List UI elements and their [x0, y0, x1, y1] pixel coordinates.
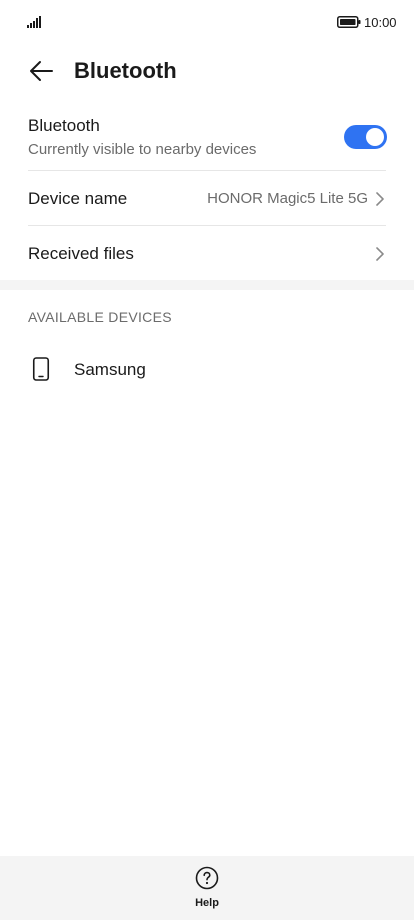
signal-icon [27, 16, 41, 28]
bluetooth-visibility-status: Currently visible to nearby devices [28, 141, 257, 158]
status-time: 10:00 [364, 15, 397, 30]
smartphone-icon [32, 357, 50, 381]
help-button[interactable]: Help [182, 864, 232, 916]
chevron-right-icon [376, 192, 384, 206]
device-name-value: HONOR Magic5 Lite 5G [207, 190, 368, 207]
received-files-label: Received files [28, 244, 134, 263]
bluetooth-label: Bluetooth [28, 116, 100, 135]
battery-icon [337, 16, 361, 28]
bluetooth-settings-screen: 10:00 Bluetooth Bluetooth Currently visi… [0, 0, 414, 920]
section-separator [0, 280, 414, 290]
switch-knob [366, 128, 384, 146]
app-header: Bluetooth [0, 48, 414, 94]
page-title: Bluetooth [74, 58, 177, 83]
chevron-right-icon [376, 247, 384, 261]
device-name-row[interactable]: Device name HONOR Magic5 Lite 5G [0, 171, 414, 225]
received-files-row[interactable]: Received files [0, 226, 414, 280]
device-name: Samsung [74, 360, 146, 379]
question-circle-icon [195, 866, 219, 890]
device-name-label: Device name [28, 189, 128, 208]
bottom-bar: Help [0, 856, 414, 920]
bluetooth-toggle-row[interactable]: Bluetooth Currently visible to nearby de… [0, 110, 414, 170]
back-button[interactable] [24, 54, 58, 88]
bluetooth-switch[interactable] [344, 125, 387, 149]
available-devices-header: AVAILABLE DEVICES [28, 309, 172, 325]
arrow-left-icon [30, 61, 53, 81]
status-bar: 10:00 [0, 0, 414, 44]
help-label: Help [195, 897, 219, 909]
available-device-item[interactable]: Samsung [0, 345, 414, 393]
